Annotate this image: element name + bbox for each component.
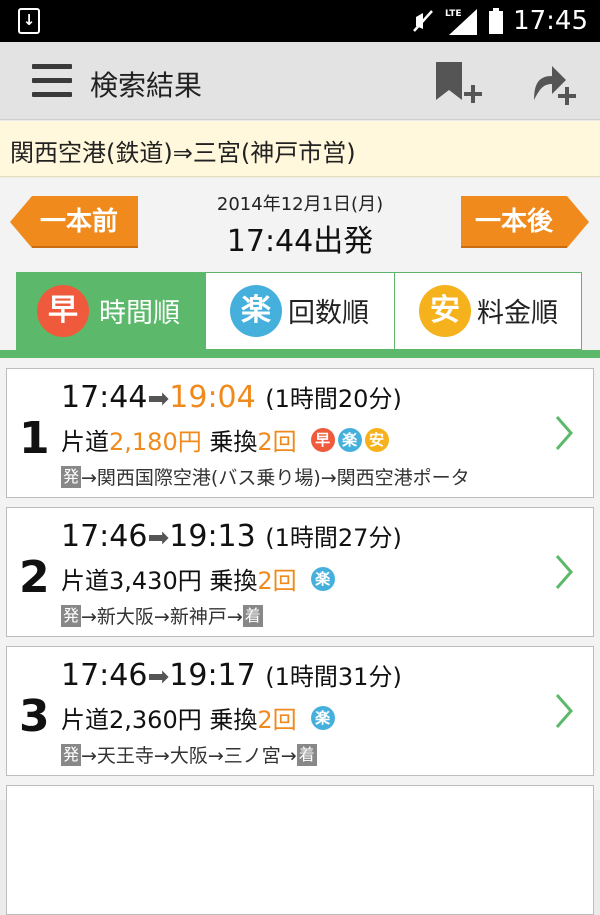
tab-sort-time-label: 時間順 bbox=[99, 298, 180, 329]
fare-prefix: 片道 bbox=[61, 567, 109, 595]
route-stations: →新大阪→新神戸→ bbox=[81, 606, 243, 628]
network-label: LTE bbox=[445, 9, 462, 19]
arrive-time: 19:17 bbox=[169, 658, 256, 693]
depart-badge: 発 bbox=[61, 743, 82, 766]
route-summary-line: 発 →新大阪→新神戸→ 着 bbox=[61, 602, 263, 629]
transfer-prefix: 乗換 bbox=[209, 567, 258, 595]
fast-badge-icon: 早 bbox=[310, 427, 335, 452]
duration: (1時間20分) bbox=[265, 385, 402, 413]
result-card-1[interactable]: 1 17:44➡19:04 (1時間20分) 片道 2,180円 乗換 2回 早 楽… bbox=[6, 368, 594, 498]
sort-tabs: 早 時間順 楽 回数順 安 料金順 bbox=[0, 270, 600, 360]
departure-nav: 一本前 2014年12月1日(月) 17:44出発 一本後 bbox=[0, 178, 600, 270]
result-number: 1 bbox=[19, 413, 50, 464]
depart-badge: 発 bbox=[61, 604, 82, 627]
route-summary-line: 発 →天王寺→大阪→三ノ宮→ 着 bbox=[61, 741, 317, 768]
route-add-icon[interactable] bbox=[526, 60, 578, 108]
page-title: 検索結果 bbox=[90, 69, 203, 102]
result-fare-line: 片道 2,180円 乗換 2回 早 楽 安 bbox=[61, 422, 389, 457]
download-icon: ↓ bbox=[18, 8, 40, 34]
result-fare-line: 片道 3,430円 乗換 2回 楽 bbox=[61, 561, 335, 596]
result-times: 17:46➡19:17 (1時間31分) bbox=[61, 657, 402, 693]
transfer-prefix: 乗換 bbox=[209, 428, 258, 456]
transfers: 2回 bbox=[257, 706, 297, 734]
duration: (1時間27分) bbox=[265, 524, 402, 552]
next-train-label: 一本後 bbox=[475, 207, 554, 237]
arrive-time: 19:13 bbox=[169, 519, 256, 554]
easy-badge-icon: 楽 bbox=[310, 566, 335, 591]
status-bar: ↓ LTE 17:45 bbox=[0, 0, 600, 42]
route-stations: →関西国際空港(バス乗り場)→関西空港ポータ bbox=[81, 467, 470, 489]
cheap-icon: 安 bbox=[419, 285, 471, 337]
depart-time: 17:46 bbox=[61, 519, 148, 554]
route-stations: →天王寺→大阪→三ノ宮→ bbox=[81, 745, 297, 767]
status-time: 17:45 bbox=[513, 6, 588, 36]
fare: 3,430円 bbox=[109, 567, 202, 595]
tab-sort-transfers-label: 回数順 bbox=[288, 298, 369, 329]
fare: 2,360円 bbox=[109, 706, 202, 734]
arrive-badge: 着 bbox=[296, 743, 317, 766]
result-number: 3 bbox=[19, 691, 50, 742]
next-train-button[interactable]: 一本後 bbox=[461, 196, 589, 248]
transfers: 2回 bbox=[257, 567, 297, 595]
result-number: 2 bbox=[19, 552, 50, 603]
fast-icon: 早 bbox=[37, 285, 89, 337]
duration: (1時間31分) bbox=[265, 663, 402, 691]
result-card-2[interactable]: 2 17:46➡19:13 (1時間27分) 片道 3,430円 乗換 2回 楽 発… bbox=[6, 507, 594, 637]
result-card-3[interactable]: 3 17:46➡19:17 (1時間31分) 片道 2,360円 乗換 2回 楽 発… bbox=[6, 646, 594, 776]
arrow-right-icon: ➡ bbox=[147, 523, 170, 553]
easy-icon: 楽 bbox=[230, 285, 282, 337]
action-bar: 検索結果 bbox=[0, 42, 600, 120]
easy-badge-icon: 楽 bbox=[310, 705, 335, 730]
lte-signal-icon: LTE bbox=[445, 9, 478, 35]
result-list: 1 17:44➡19:04 (1時間20分) 片道 2,180円 乗換 2回 早 楽… bbox=[0, 358, 600, 915]
result-fare-line: 片道 2,360円 乗換 2回 楽 bbox=[61, 700, 335, 735]
result-card-4[interactable] bbox=[6, 785, 594, 915]
status-icons: LTE 17:45 bbox=[411, 0, 588, 42]
chevron-right-icon[interactable] bbox=[553, 691, 575, 731]
tab-sort-time[interactable]: 早 時間順 bbox=[16, 272, 206, 350]
arrive-time: 19:04 bbox=[169, 380, 256, 415]
chevron-right-icon[interactable] bbox=[553, 413, 575, 453]
depart-time: 17:44 bbox=[61, 380, 148, 415]
chevron-right-icon[interactable] bbox=[553, 552, 575, 592]
fare-prefix: 片道 bbox=[61, 706, 109, 734]
arrive-badge: 着 bbox=[242, 604, 263, 627]
tab-sort-transfers[interactable]: 楽 回数順 bbox=[205, 272, 395, 350]
result-times: 17:44➡19:04 (1時間20分) bbox=[61, 379, 402, 415]
depart-time: 17:46 bbox=[61, 658, 148, 693]
tab-sort-fare-label: 料金順 bbox=[477, 298, 558, 329]
arrow-right-icon: ➡ bbox=[147, 662, 170, 692]
depart-badge: 発 bbox=[61, 465, 82, 488]
easy-badge-icon: 楽 bbox=[337, 427, 362, 452]
route-summary: 関西空港(鉄道)⇒三宮(神戸市営) bbox=[0, 121, 600, 177]
bookmark-add-icon[interactable] bbox=[432, 60, 484, 108]
battery-icon bbox=[489, 8, 504, 34]
arrow-right-icon: ➡ bbox=[147, 384, 170, 414]
transfers: 2回 bbox=[257, 428, 297, 456]
mute-icon bbox=[413, 10, 433, 32]
tab-underline bbox=[0, 350, 600, 358]
fare-prefix: 片道 bbox=[61, 428, 109, 456]
route-summary-line: 発 →関西国際空港(バス乗り場)→関西空港ポータ bbox=[61, 463, 470, 490]
transfer-prefix: 乗換 bbox=[209, 706, 258, 734]
tab-sort-fare[interactable]: 安 料金順 bbox=[394, 272, 582, 350]
fare: 2,180円 bbox=[109, 428, 202, 456]
result-times: 17:46➡19:13 (1時間27分) bbox=[61, 518, 402, 554]
menu-icon[interactable] bbox=[32, 64, 72, 98]
cheap-badge-icon: 安 bbox=[364, 427, 389, 452]
